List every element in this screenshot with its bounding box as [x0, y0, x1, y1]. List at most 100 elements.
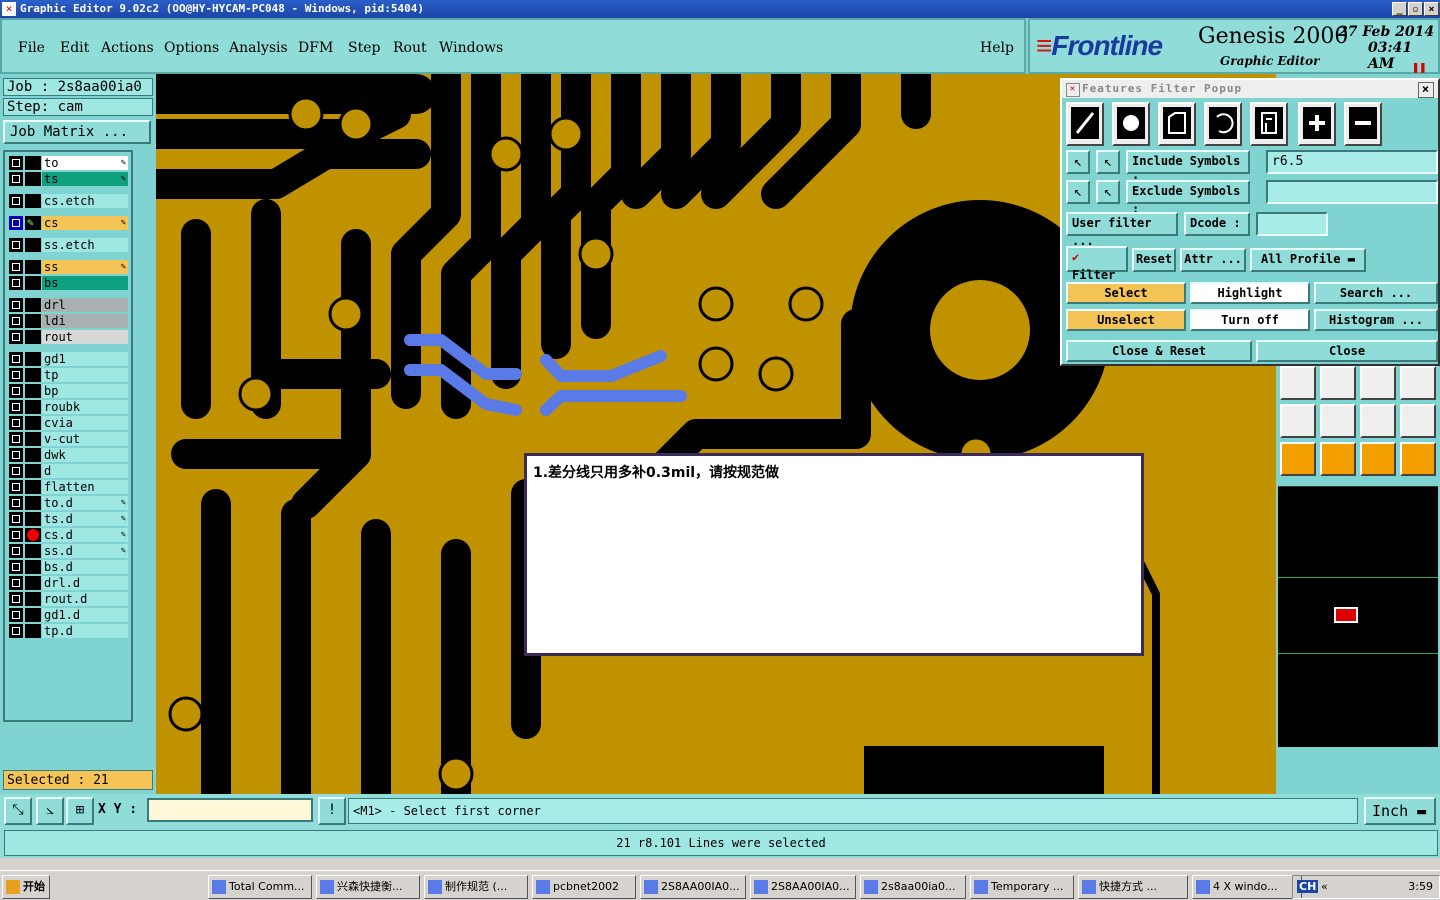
- layer-checkbox[interactable]: [9, 330, 23, 344]
- layer-checkbox[interactable]: [9, 172, 23, 186]
- layer-checkbox[interactable]: [9, 544, 23, 558]
- layer-marker[interactable]: [25, 576, 41, 590]
- layer-checkbox[interactable]: [9, 592, 23, 606]
- layer-name[interactable]: bs.d: [42, 560, 128, 574]
- layer-name[interactable]: ldi: [42, 314, 128, 328]
- layer-marker[interactable]: [25, 400, 41, 414]
- layer-marker[interactable]: [25, 368, 41, 382]
- layer-row[interactable]: gd1.d: [9, 608, 128, 622]
- layer-name[interactable]: drl: [42, 298, 128, 312]
- layer-marker[interactable]: [25, 330, 41, 344]
- reset-button[interactable]: Reset: [1132, 248, 1176, 272]
- pointer-select-icon[interactable]: [1360, 442, 1396, 476]
- layer-checkbox[interactable]: [9, 432, 23, 446]
- layer-name[interactable]: cs ✎: [42, 216, 128, 230]
- layer-checkbox[interactable]: [9, 276, 23, 290]
- mini-map[interactable]: [1278, 486, 1438, 747]
- angle-icon-4[interactable]: [1400, 404, 1436, 438]
- layer-marker[interactable]: [25, 276, 41, 290]
- viewport-marker[interactable]: [1334, 607, 1358, 623]
- layer-row[interactable]: cvia: [9, 416, 128, 430]
- popup-close-icon[interactable]: ×: [1418, 82, 1434, 98]
- layer-checkbox[interactable]: [9, 216, 23, 230]
- menu-step[interactable]: Step: [348, 40, 380, 56]
- taskbar-item[interactable]: Total Comm...: [208, 875, 312, 899]
- layer-checkbox[interactable]: [9, 352, 23, 366]
- highlight-button[interactable]: Highlight: [1190, 282, 1310, 304]
- taskbar-item[interactable]: pcbnet2002: [532, 875, 636, 899]
- layer-name[interactable]: rout: [42, 330, 128, 344]
- turn-off-button[interactable]: Turn off: [1190, 309, 1310, 331]
- menu-edit[interactable]: Edit: [60, 40, 89, 56]
- taskbar-item[interactable]: 2S8AA00IA0...: [640, 875, 746, 899]
- tray-expand-icon[interactable]: «: [1321, 880, 1328, 893]
- taskbar-item[interactable]: 快捷方式 ...: [1078, 875, 1188, 899]
- language-indicator[interactable]: CH: [1297, 880, 1319, 893]
- layer-checkbox[interactable]: [9, 560, 23, 574]
- taskbar-item[interactable]: 2S8AA00IA0...: [750, 875, 856, 899]
- layer-name[interactable]: bs: [42, 276, 128, 290]
- layer-name[interactable]: ss.d ✎: [42, 544, 128, 558]
- filter-surface-button[interactable]: [1158, 102, 1196, 146]
- menu-file[interactable]: File: [18, 40, 45, 56]
- layer-checkbox[interactable]: [9, 480, 23, 494]
- layer-checkbox[interactable]: [9, 512, 23, 526]
- job-matrix-button[interactable]: Job Matrix ...: [3, 120, 151, 144]
- layer-name[interactable]: gd1: [42, 352, 128, 366]
- menu-actions[interactable]: Actions: [101, 40, 154, 56]
- exclude-symbols-input[interactable]: [1266, 180, 1438, 204]
- layer-row[interactable]: v-cut: [9, 432, 128, 446]
- minimize-button[interactable]: _: [1392, 2, 1407, 16]
- start-button[interactable]: 开始: [2, 875, 50, 899]
- taskbar-item[interactable]: 制作规范 (...: [424, 875, 528, 899]
- angle-icon-1[interactable]: [1280, 404, 1316, 438]
- layer-name[interactable]: tp: [42, 368, 128, 382]
- layer-marker[interactable]: [25, 238, 41, 252]
- unit-dropdown[interactable]: Inch ▬: [1364, 797, 1436, 825]
- layer-marker[interactable]: [25, 512, 41, 526]
- search-button[interactable]: Search ...: [1314, 282, 1438, 304]
- layer-name[interactable]: gd1.d: [42, 608, 128, 622]
- layer-checkbox[interactable]: [9, 464, 23, 478]
- layer-name[interactable]: cs.d ✎: [42, 528, 128, 542]
- layer-name[interactable]: ss ✎: [42, 260, 128, 274]
- layer-row[interactable]: ldi: [9, 314, 128, 328]
- taskbar-item[interactable]: 2s8aa00ia0...: [860, 875, 966, 899]
- filter-text-button[interactable]: [1250, 102, 1288, 146]
- layer-row[interactable]: tp: [9, 368, 128, 382]
- layer-name[interactable]: to ✎: [42, 156, 128, 170]
- menu-rout[interactable]: Rout: [393, 40, 427, 56]
- layer-checkbox[interactable]: [9, 384, 23, 398]
- layer-row[interactable]: d: [9, 464, 128, 478]
- layer-marker[interactable]: [25, 156, 41, 170]
- layer-row[interactable]: ts ✎: [9, 172, 128, 186]
- layer-checkbox[interactable]: [9, 156, 23, 170]
- include-arrow-left-icon[interactable]: ↖: [1066, 150, 1090, 174]
- layer-marker[interactable]: [25, 432, 41, 446]
- layer-row[interactable]: ss ✎: [9, 260, 128, 274]
- layer-marker[interactable]: [25, 172, 41, 186]
- layer-checkbox[interactable]: [9, 528, 23, 542]
- layer-marker[interactable]: [25, 448, 41, 462]
- profile-dropdown[interactable]: All Profile ▬: [1250, 248, 1366, 272]
- layer-marker[interactable]: [25, 592, 41, 606]
- menu-dfm[interactable]: DFM: [298, 40, 333, 56]
- layer-checkbox[interactable]: [9, 448, 23, 462]
- pointer-box-icon[interactable]: [1320, 442, 1356, 476]
- layer-marker[interactable]: ✎: [25, 216, 41, 230]
- layer-row[interactable]: cs.d ✎: [9, 528, 128, 542]
- menu-options[interactable]: Options: [164, 40, 219, 56]
- layer-name[interactable]: bp: [42, 384, 128, 398]
- alert-icon[interactable]: !: [318, 797, 346, 825]
- layer-name[interactable]: cs.etch: [42, 194, 128, 208]
- layer-row[interactable]: to.d ✎: [9, 496, 128, 510]
- distance-icon[interactable]: [1360, 366, 1396, 400]
- attr-button[interactable]: Attr ...: [1180, 248, 1246, 272]
- grid-icon[interactable]: ⊞: [66, 797, 94, 825]
- layer-name[interactable]: flatten: [42, 480, 128, 494]
- filter-positive-button[interactable]: [1298, 102, 1336, 146]
- select-button[interactable]: Select: [1066, 282, 1186, 304]
- layer-marker[interactable]: [25, 560, 41, 574]
- layer-marker[interactable]: [25, 416, 41, 430]
- layer-row[interactable]: ss.etch: [9, 238, 128, 252]
